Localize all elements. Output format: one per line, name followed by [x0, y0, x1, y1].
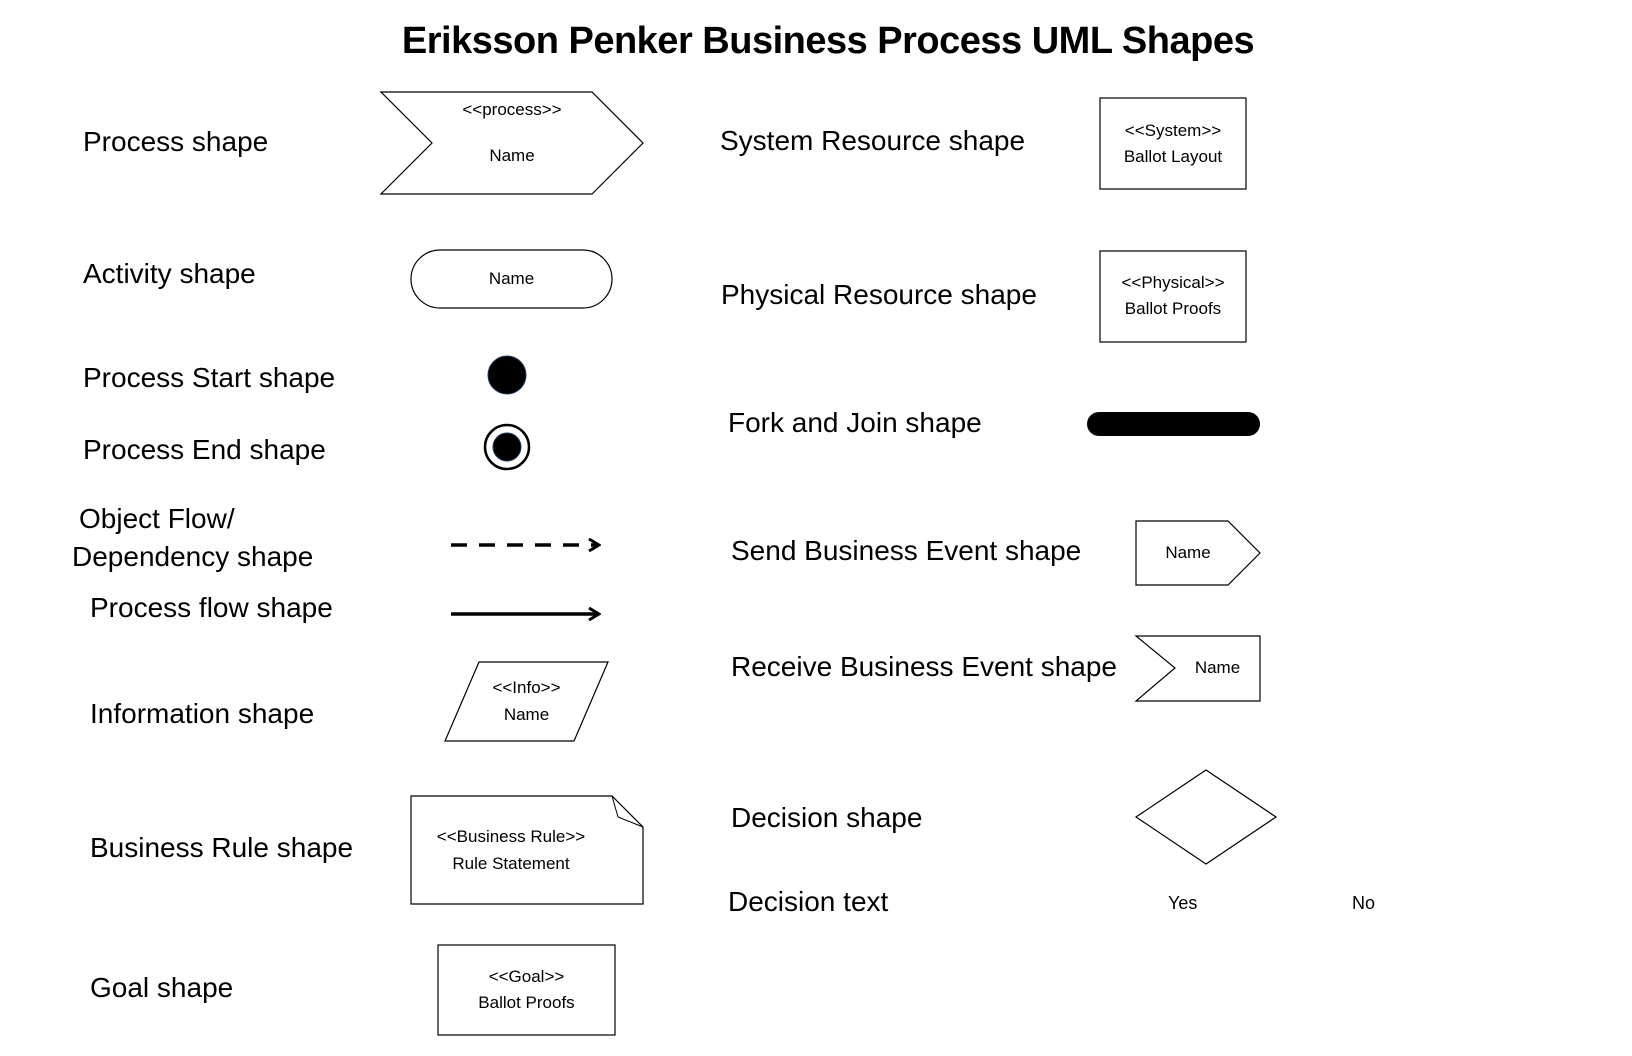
process-start-shape[interactable]: [487, 355, 527, 395]
activity-name: Name: [488, 269, 535, 288]
label-object-flow-line2: Dependency shape: [72, 541, 314, 572]
business-rule-stereotype: <<Business Rule>>: [436, 827, 586, 846]
goal-name: Ballot Proofs: [478, 993, 575, 1012]
label-receive-event-shape: Receive Business Event shape: [731, 651, 1117, 682]
label-activity-shape: Activity shape: [83, 258, 256, 289]
label-send-event-shape: Send Business Event shape: [731, 535, 1082, 566]
label-fork-join-shape: Fork and Join shape: [728, 407, 982, 438]
system-stereotype: <<System>>: [1124, 121, 1222, 140]
label-process-flow-shape: Process flow shape: [90, 592, 333, 623]
label-decision-shape: Decision shape: [731, 802, 923, 833]
physical-stereotype: <<Physical>>: [1121, 273, 1225, 292]
label-business-rule-shape: Business Rule shape: [90, 832, 354, 863]
information-stereotype: <<Info>>: [492, 678, 561, 697]
label-goal-shape: Goal shape: [90, 972, 234, 1003]
fork-join-shape[interactable]: [1087, 412, 1260, 436]
decision-yes-text: Yes: [1168, 893, 1198, 913]
process-name: Name: [489, 146, 535, 165]
label-system-resource-shape: System Resource shape: [720, 125, 1026, 156]
receive-event-name: Name: [1194, 658, 1241, 677]
label-information-shape: Information shape: [90, 698, 315, 729]
label-process-shape: Process shape: [83, 126, 269, 157]
label-process-start-shape: Process Start shape: [83, 362, 336, 393]
goal-stereotype: <<Goal>>: [488, 967, 565, 986]
process-stereotype: <<process>>: [462, 100, 562, 119]
decision-no-text: No: [1352, 893, 1376, 913]
physical-name: Ballot Proofs: [1124, 299, 1222, 318]
system-name: Ballot Layout: [1123, 147, 1223, 166]
business-rule-statement: Rule Statement: [452, 854, 570, 873]
label-process-end-shape: Process End shape: [83, 434, 326, 465]
process-end-shape[interactable]: [483, 423, 531, 471]
label-object-flow-line1: Object Flow/: [79, 503, 235, 534]
send-event-name: Name: [1165, 543, 1211, 562]
label-physical-resource-shape: Physical Resource shape: [721, 279, 1037, 310]
decision-shape[interactable]: [1134, 769, 1278, 865]
label-decision-text: Decision text: [728, 886, 889, 917]
information-name: Name: [503, 705, 550, 724]
business-rule-shape[interactable]: [410, 795, 644, 905]
